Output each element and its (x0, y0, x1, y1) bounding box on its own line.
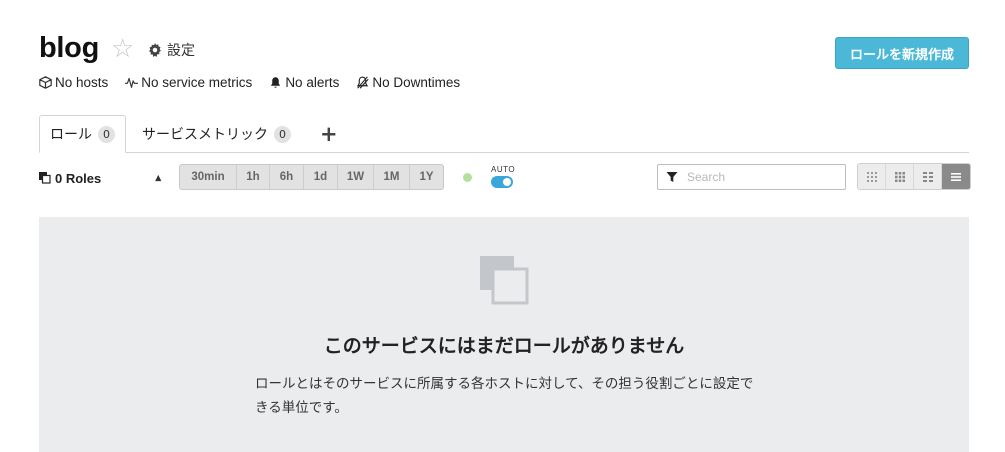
service-title: blog (39, 32, 100, 64)
alerts-label: No alerts (285, 75, 340, 90)
service-metrics-link[interactable]: No service metrics (125, 75, 252, 90)
view-mode-switcher (857, 163, 971, 190)
hosts-label: No hosts (55, 75, 109, 90)
star-icon[interactable]: ☆ (111, 36, 134, 62)
tab-roles-count: 0 (98, 125, 115, 143)
tab-service-metrics[interactable]: サービスメトリック 0 (142, 115, 291, 153)
downtimes-label: No Downtimes (372, 75, 461, 90)
add-tab-button[interactable]: + (320, 122, 338, 146)
empty-state-title: このサービスにはまだロールがありません (323, 335, 685, 357)
cube-icon (39, 76, 52, 89)
time-range-6h[interactable]: 6h (270, 165, 304, 189)
time-range-1y[interactable]: 1Y (410, 165, 443, 189)
stacked-squares-icon (480, 256, 529, 305)
tab-roles-label: ロール (50, 127, 92, 143)
service-metrics-label: No service metrics (141, 75, 253, 90)
view-list[interactable] (942, 164, 970, 189)
list-icon (951, 172, 961, 181)
time-range-1w[interactable]: 1W (338, 165, 374, 189)
search-input[interactable] (687, 170, 837, 184)
roles-selector[interactable]: 0 Roles ▴ (39, 169, 161, 187)
time-range-30min[interactable]: 30min (180, 165, 237, 189)
time-range-1d[interactable]: 1d (304, 165, 338, 189)
time-range-1h[interactable]: 1h (237, 165, 270, 189)
service-meta: No hosts No service metrics No alerts No… (39, 75, 477, 90)
time-range-1m[interactable]: 1M (374, 165, 410, 189)
search-box[interactable] (657, 164, 846, 190)
empty-state-panel: このサービスにはまだロールがありません ロールとはそのサービスに所属する各ホスト… (39, 217, 969, 452)
auto-refresh-toggle[interactable] (491, 176, 513, 188)
grid-icon (894, 171, 905, 182)
auto-label: AUTO (491, 165, 516, 174)
columns-icon (922, 171, 933, 182)
view-grid[interactable] (886, 164, 914, 189)
roles-icon (39, 172, 51, 184)
create-role-button[interactable]: ロールを新規作成 (835, 37, 969, 69)
empty-state-description: ロールとはそのサービスに所属する各ホストに対して、その担う役割ごとに設定できる単… (255, 376, 754, 416)
view-columns[interactable] (914, 164, 942, 189)
dense-grid-icon (866, 171, 877, 182)
time-range-selector: 30min 1h 6h 1d 1W 1M 1Y (179, 164, 444, 190)
tab-service-metrics-count: 0 (274, 125, 291, 143)
live-status-dot (463, 173, 472, 182)
downtimes-link[interactable]: No Downtimes (356, 75, 460, 90)
roles-selector-label: 0 Roles (55, 170, 102, 186)
filter-icon (666, 172, 678, 182)
settings-label: 設定 (167, 43, 195, 59)
bell-icon (271, 77, 281, 88)
gear-icon (149, 43, 161, 57)
view-dense-grid[interactable] (858, 164, 886, 189)
muted-bell-icon (357, 76, 369, 89)
alerts-link[interactable]: No alerts (269, 75, 339, 90)
settings-link[interactable]: 設定 (148, 40, 195, 60)
tab-roles[interactable]: ロール 0 (39, 115, 126, 153)
pulse-icon (125, 77, 139, 88)
tab-service-metrics-label: サービスメトリック (142, 127, 268, 143)
hosts-link[interactable]: No hosts (39, 75, 108, 90)
sort-arrows-icon: ▴ (155, 172, 161, 184)
